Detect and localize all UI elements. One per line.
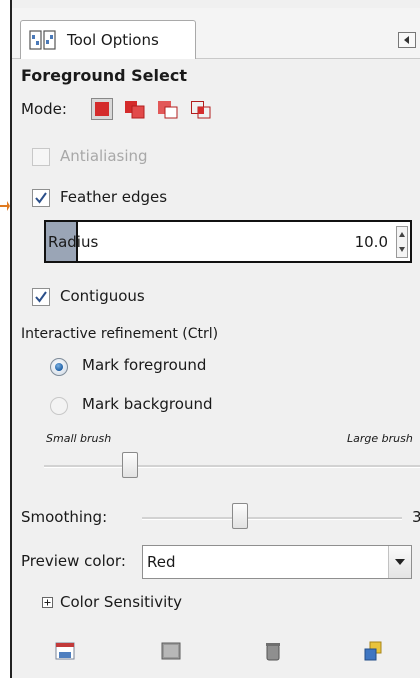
mark-foreground-radio[interactable] — [50, 358, 68, 376]
tool-options-panel: Tool Options Foreground Select Mode: Ant… — [10, 0, 420, 678]
check-icon — [35, 291, 47, 303]
save-options-icon[interactable] — [54, 640, 76, 662]
smoothing-track — [142, 517, 402, 520]
radius-label: Radius — [48, 233, 99, 251]
antialiasing-checkbox[interactable] — [32, 148, 50, 166]
feather-edges-label: Feather edges — [60, 188, 168, 206]
reset-options-icon[interactable] — [362, 640, 384, 662]
expand-plus-icon[interactable] — [42, 597, 53, 608]
small-brush-label: Small brush — [46, 432, 112, 445]
mode-label: Mode: — [21, 100, 67, 118]
smoothing-value: 3 — [412, 508, 420, 526]
preview-color-select[interactable]: Red — [142, 545, 412, 579]
large-brush-label: Large brush — [347, 432, 413, 445]
mode-replace-icon[interactable] — [91, 98, 113, 120]
smoothing-label: Smoothing: — [21, 508, 108, 526]
mark-foreground-label: Mark foreground — [82, 356, 207, 374]
mark-background-label: Mark background — [82, 395, 213, 413]
radius-value: 10.0 — [354, 233, 388, 251]
tab-label: Tool Options — [67, 31, 159, 49]
radius-field[interactable]: Radius 10.0 — [44, 220, 412, 263]
radio-dot — [55, 363, 63, 371]
tab-bar: Tool Options — [12, 8, 420, 59]
tool-options-icon — [29, 30, 56, 50]
contiguous-checkbox[interactable] — [32, 288, 50, 306]
restore-options-icon[interactable] — [160, 640, 182, 662]
contiguous-label: Contiguous — [60, 287, 145, 305]
mode-subtract-icon[interactable] — [157, 98, 179, 120]
color-sensitivity-label: Color Sensitivity — [60, 593, 183, 611]
smoothing-slider[interactable] — [232, 503, 248, 529]
preview-color-label: Preview color: — [21, 552, 126, 570]
brush-size-track — [44, 465, 420, 468]
preview-color-value: Red — [147, 553, 176, 571]
mode-add-icon[interactable] — [124, 98, 146, 120]
mark-background-radio[interactable] — [50, 397, 68, 415]
interactive-refinement-label: Interactive refinement (Ctrl) — [21, 326, 219, 342]
tab-menu-icon[interactable] — [398, 32, 416, 48]
antialiasing-label: Antialiasing — [60, 147, 148, 165]
brush-size-slider[interactable] — [122, 452, 138, 478]
tool-title: Foreground Select — [21, 66, 187, 85]
delete-options-icon[interactable] — [262, 640, 284, 662]
tab-tool-options[interactable]: Tool Options — [20, 20, 196, 59]
chevron-down-icon — [395, 559, 405, 565]
feather-edges-checkbox[interactable] — [32, 189, 50, 207]
mode-intersect-icon[interactable] — [190, 98, 212, 120]
pointer-arrow-icon — [0, 201, 10, 211]
check-icon — [35, 192, 47, 204]
radius-spin-icon[interactable] — [396, 226, 408, 258]
preview-color-dropdown-button[interactable] — [388, 546, 411, 578]
